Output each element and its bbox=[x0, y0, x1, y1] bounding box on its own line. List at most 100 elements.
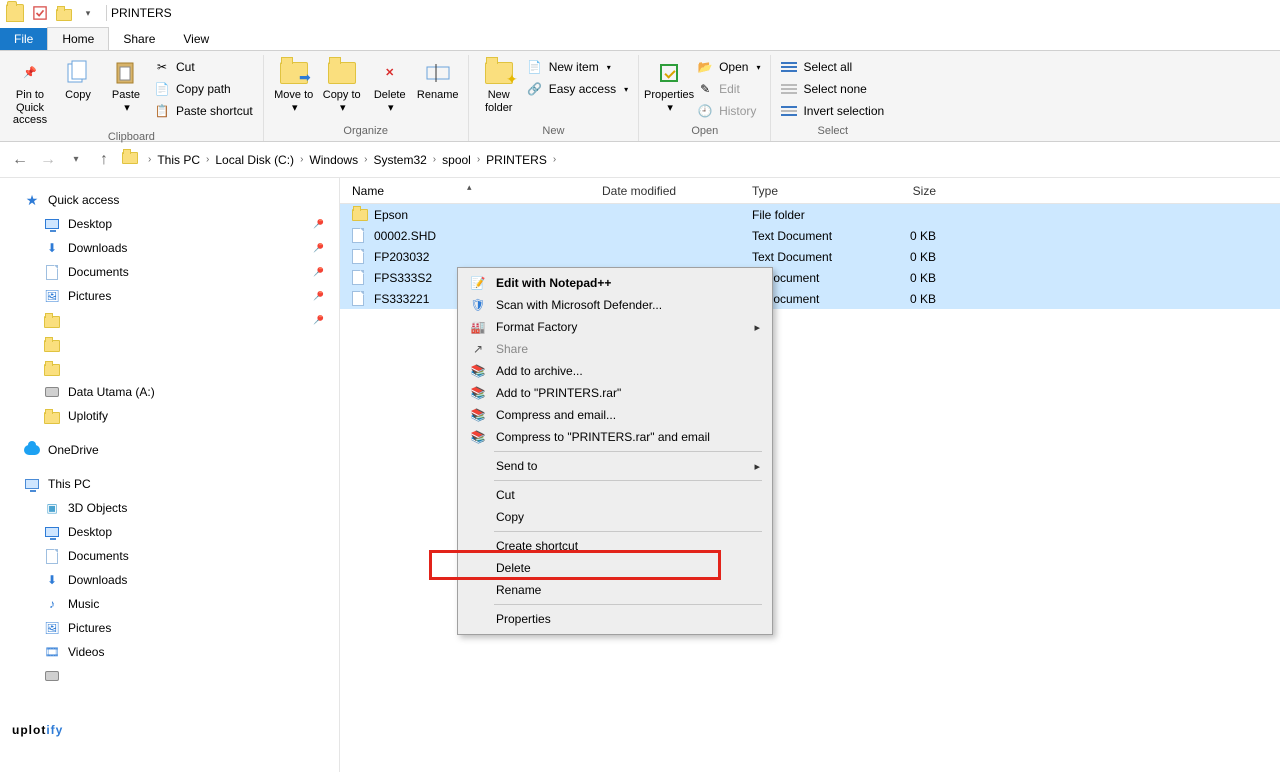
chevron-right-icon[interactable]: › bbox=[298, 154, 305, 165]
context-item-add-archive[interactable]: 📚Add to archive... bbox=[460, 360, 770, 382]
context-item-rename[interactable]: Rename bbox=[460, 579, 770, 601]
context-item-create-shortcut[interactable]: Create shortcut bbox=[460, 535, 770, 557]
sidebar-item-data-utama[interactable]: Data Utama (A:) bbox=[10, 380, 339, 404]
recent-dropdown[interactable]: ▾ bbox=[62, 154, 90, 165]
sidebar-item-quick-access[interactable]: ★Quick access bbox=[10, 188, 339, 212]
sidebar-item-downloads-pc[interactable]: ⬇Downloads bbox=[10, 568, 339, 592]
invert-selection-button[interactable]: Invert selection bbox=[777, 101, 888, 121]
cut-button[interactable]: ✂Cut bbox=[150, 57, 257, 77]
qat-checkbox-icon[interactable] bbox=[30, 3, 50, 23]
sidebar-item-desktop-pc[interactable]: Desktop bbox=[10, 520, 339, 544]
file-row[interactable]: FP203032 Text Document 0 KB bbox=[340, 246, 1280, 267]
tab-view[interactable]: View bbox=[169, 28, 223, 50]
chevron-right-icon[interactable]: › bbox=[431, 154, 438, 165]
edit-icon: ✎ bbox=[697, 81, 713, 97]
file-row[interactable]: Epson File folder bbox=[340, 204, 1280, 225]
context-item-format-factory[interactable]: 🏭Format Factory▸ bbox=[460, 316, 770, 338]
breadcrumb[interactable]: Local Disk (C:) bbox=[211, 153, 298, 167]
chevron-right-icon: ▸ bbox=[754, 321, 760, 334]
context-item-share[interactable]: ↗Share bbox=[460, 338, 770, 360]
chevron-right-icon[interactable]: › bbox=[204, 154, 211, 165]
context-item-scan[interactable]: 🛡Scan with Microsoft Defender... bbox=[460, 294, 770, 316]
sidebar-item-videos[interactable]: 🎞Videos bbox=[10, 640, 339, 664]
breadcrumb[interactable]: spool bbox=[438, 153, 475, 167]
pin-icon: 📌 bbox=[23, 67, 37, 80]
chevron-right-icon[interactable]: › bbox=[475, 154, 482, 165]
breadcrumb[interactable]: System32 bbox=[369, 153, 430, 167]
sidebar-item-folder[interactable]: 📍 bbox=[10, 308, 339, 332]
copy-to-button[interactable]: Copy to▾ bbox=[318, 55, 366, 116]
sidebar-item-onedrive[interactable]: OneDrive bbox=[10, 438, 339, 462]
format-factory-icon: 🏭 bbox=[470, 319, 486, 335]
sidebar-item-disk[interactable] bbox=[10, 664, 339, 688]
context-item-send-to[interactable]: Send to▸ bbox=[460, 455, 770, 477]
edit-button[interactable]: ✎Edit bbox=[693, 79, 764, 99]
copy-path-button[interactable]: 📄Copy path bbox=[150, 79, 257, 99]
chevron-right-icon[interactable]: › bbox=[551, 154, 558, 165]
back-button[interactable]: ← bbox=[6, 151, 34, 169]
sidebar-item-music[interactable]: ♪Music bbox=[10, 592, 339, 616]
context-item-edit-npp[interactable]: 📝Edit with Notepad++ bbox=[460, 272, 770, 294]
invert-selection-icon bbox=[781, 103, 797, 119]
easy-access-button[interactable]: 🔗Easy access▾ bbox=[523, 79, 632, 99]
sidebar-item-folder[interactable] bbox=[10, 356, 339, 380]
up-button[interactable]: ↑ bbox=[90, 151, 118, 169]
column-headers: Name▴ Date modified Type Size bbox=[340, 178, 1280, 204]
breadcrumb[interactable]: This PC bbox=[153, 153, 204, 167]
qat-dropdown-icon[interactable]: ▾ bbox=[78, 3, 98, 23]
breadcrumb[interactable]: PRINTERS bbox=[482, 153, 551, 167]
copy-button[interactable]: Copy bbox=[54, 55, 102, 104]
column-header-size[interactable]: Size bbox=[872, 184, 942, 198]
move-to-button[interactable]: ➡ Move to▾ bbox=[270, 55, 318, 116]
sidebar-item-3d-objects[interactable]: ▣3D Objects bbox=[10, 496, 339, 520]
breadcrumb[interactable]: Windows bbox=[305, 153, 362, 167]
file-row[interactable]: 00002.SHD Text Document 0 KB bbox=[340, 225, 1280, 246]
sidebar-item-downloads[interactable]: ⬇Downloads📍 bbox=[10, 236, 339, 260]
sidebar-item-documents[interactable]: Documents📍 bbox=[10, 260, 339, 284]
tab-home[interactable]: Home bbox=[47, 27, 109, 50]
open-button[interactable]: 📂Open▾ bbox=[693, 57, 764, 77]
rename-button[interactable]: Rename bbox=[414, 55, 462, 104]
window-folder-icon bbox=[6, 4, 24, 22]
qat-folder-icon[interactable] bbox=[54, 3, 74, 23]
sidebar-item-uplotify[interactable]: Uplotify bbox=[10, 404, 339, 428]
tab-file[interactable]: File bbox=[0, 28, 47, 50]
context-item-compress-printers-email[interactable]: 📚Compress to "PRINTERS.rar" and email bbox=[460, 426, 770, 448]
select-all-button[interactable]: Select all bbox=[777, 57, 888, 77]
delete-button[interactable]: ✕ Delete▾ bbox=[366, 55, 414, 116]
paste-shortcut-button[interactable]: 📋Paste shortcut bbox=[150, 101, 257, 121]
chevron-right-icon[interactable]: › bbox=[146, 154, 153, 165]
column-header-name[interactable]: Name▴ bbox=[352, 184, 602, 198]
select-none-button[interactable]: Select none bbox=[777, 79, 888, 99]
folder-icon bbox=[352, 207, 368, 223]
context-item-delete[interactable]: Delete bbox=[460, 557, 770, 579]
notepad-icon: 📝 bbox=[470, 275, 486, 291]
new-item-button[interactable]: 📄New item▾ bbox=[523, 57, 632, 77]
sidebar-item-folder[interactable] bbox=[10, 332, 339, 356]
forward-button[interactable]: → bbox=[34, 151, 62, 169]
chevron-right-icon[interactable]: › bbox=[362, 154, 369, 165]
sidebar-item-documents-pc[interactable]: Documents bbox=[10, 544, 339, 568]
ribbon-group-select: Select all Select none Invert selection … bbox=[771, 55, 894, 141]
column-header-date[interactable]: Date modified bbox=[602, 184, 752, 198]
sort-indicator-icon: ▴ bbox=[467, 182, 472, 193]
context-item-copy[interactable]: Copy bbox=[460, 506, 770, 528]
sidebar-item-pictures-pc[interactable]: 🖼Pictures bbox=[10, 616, 339, 640]
context-item-properties[interactable]: Properties bbox=[460, 608, 770, 630]
sidebar-item-desktop[interactable]: Desktop📍 bbox=[10, 212, 339, 236]
column-header-type[interactable]: Type bbox=[752, 184, 872, 198]
properties-button[interactable]: Properties▾ bbox=[645, 55, 693, 116]
context-item-add-printers-rar[interactable]: 📚Add to "PRINTERS.rar" bbox=[460, 382, 770, 404]
chevron-down-icon: ▾ bbox=[340, 102, 346, 115]
pin-quick-access-button[interactable]: 📌 Pin to Quick access bbox=[6, 55, 54, 129]
paste-button[interactable]: Paste ▾ bbox=[102, 55, 150, 116]
sidebar-item-pictures[interactable]: 🖼Pictures📍 bbox=[10, 284, 339, 308]
sidebar-item-this-pc[interactable]: This PC bbox=[10, 472, 339, 496]
history-button[interactable]: 🕘History bbox=[693, 101, 764, 121]
context-item-cut[interactable]: Cut bbox=[460, 484, 770, 506]
context-item-compress-email[interactable]: 📚Compress and email... bbox=[460, 404, 770, 426]
tab-share[interactable]: Share bbox=[109, 28, 169, 50]
pin-icon: 📍 bbox=[309, 287, 328, 306]
new-folder-button[interactable]: ✦ New folder bbox=[475, 55, 523, 116]
clipboard-group-label: Clipboard bbox=[108, 129, 155, 147]
